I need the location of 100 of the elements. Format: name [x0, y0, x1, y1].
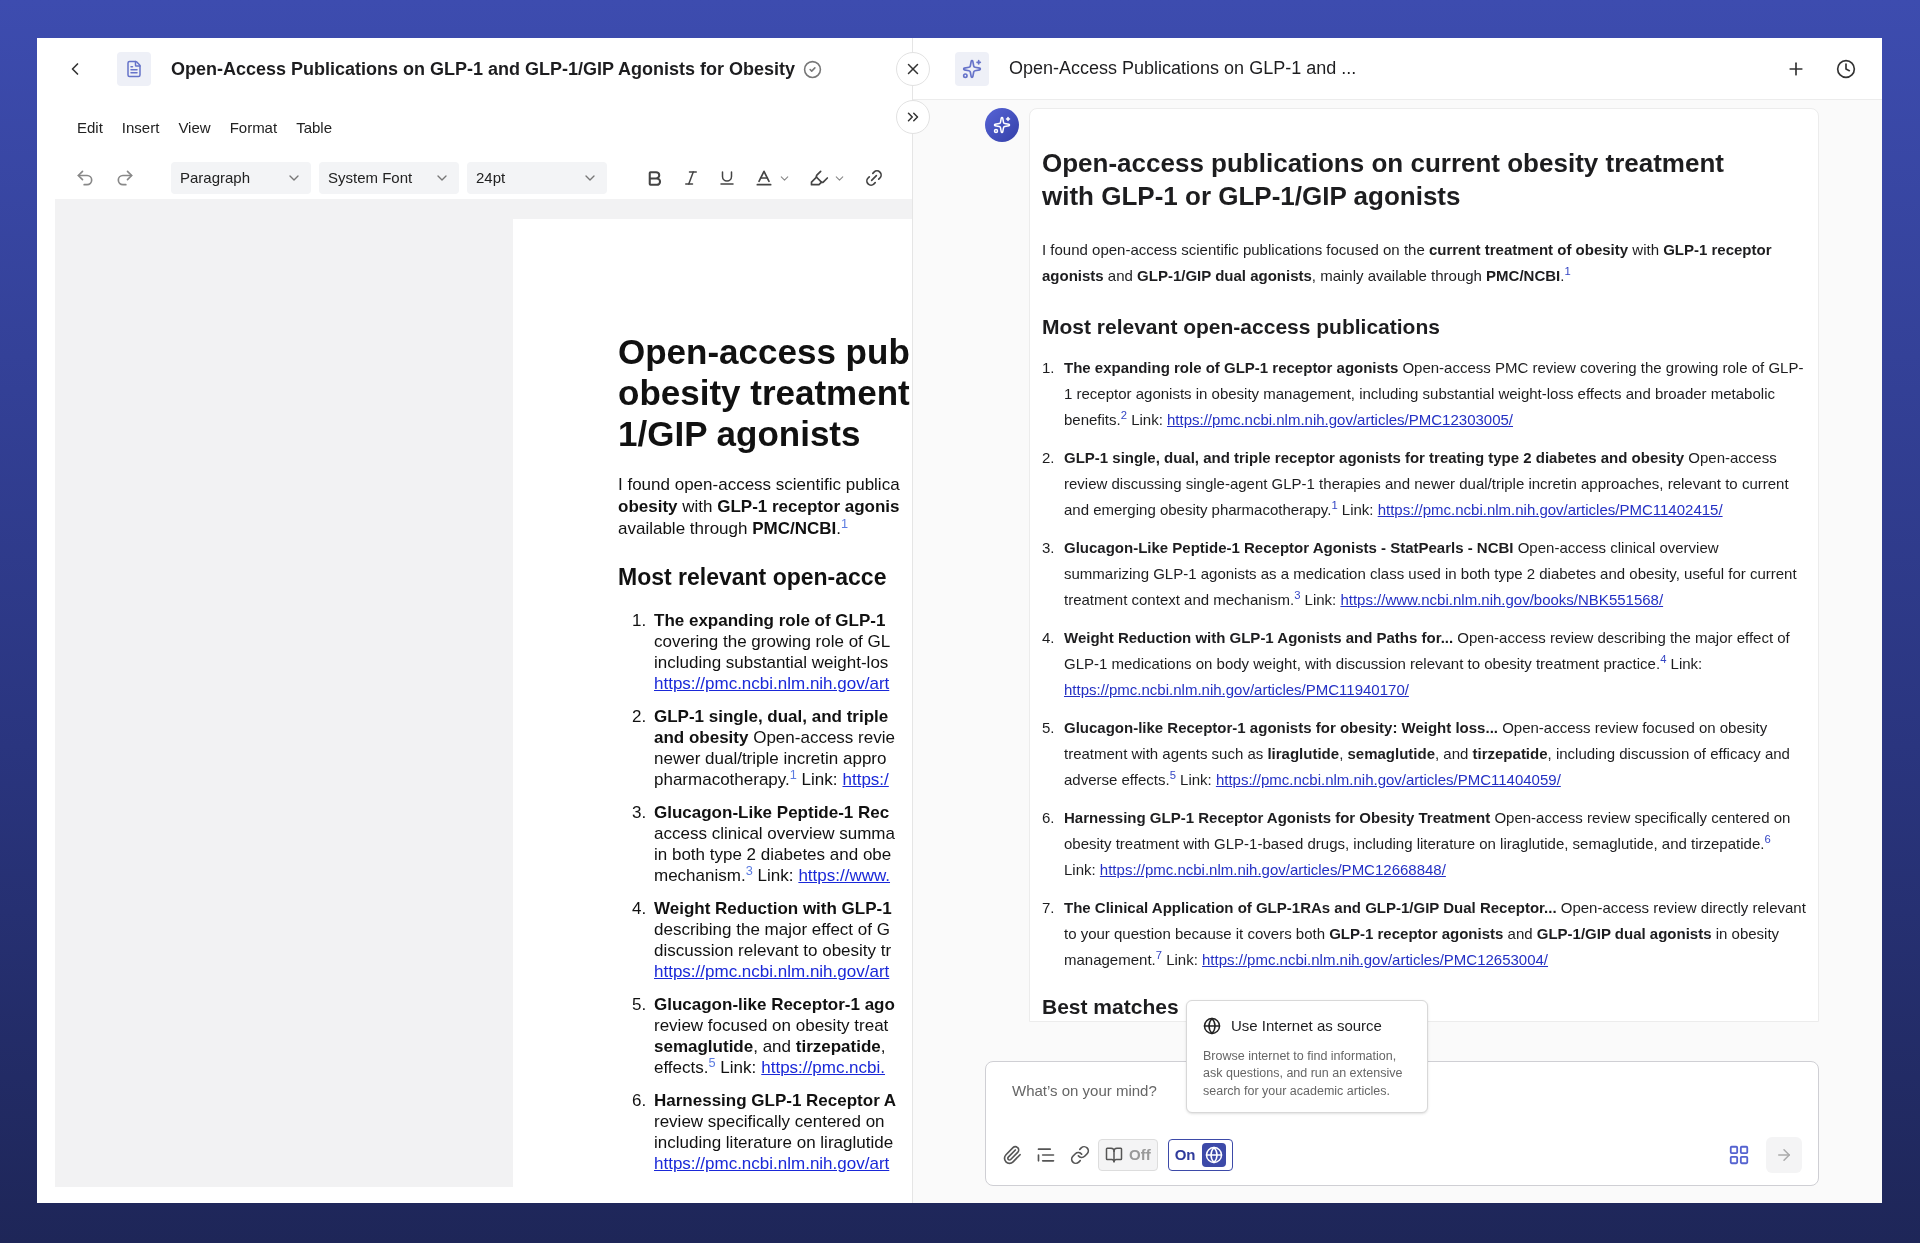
publication-entry: Glucagon-like Receptor-1 agonists for obesity: Weight loss... Open-access review focused on obesity treatment with agents such as liraglutide, semaglutide, and tirzepatide, including discussion of efficacy and adverse effects.$^{5}$ Link: https://pmc.ncbi.nlm.nih.gov/articles/PMC11404059/	[1064, 718, 1791, 790]
document-heading: Open-access publ	[618, 331, 912, 372]
document-text-line: semaglutide, and tirzepatide,	[654, 1036, 886, 1057]
document-text-line: effects.$^{5}$ Link:	[654, 1057, 757, 1078]
list-number: 3.	[1042, 538, 1056, 558]
close-button[interactable]	[896, 52, 930, 86]
underline-button[interactable]	[718, 169, 736, 187]
menu-item[interactable]: Table	[296, 117, 332, 140]
document-text-line: including literature on liraglutide	[654, 1132, 894, 1153]
publication-link[interactable]: https://pmc.ncbi.nlm.nih.gov/articles/PMC11940170/	[1064, 681, 1409, 698]
document-heading: obesity treatment	[618, 372, 910, 413]
list-number: 4.	[1042, 628, 1056, 648]
publication-entry: GLP-1 single, dual, and triple receptor agonists for treating type 2 diabetes and obesity Open-access review discussing single-agent GLP-1 therapies and newer dual/triple incretin approaches, relevant to current and emerging obesity pharmacotherapy.$^{1}$ Link: https://pmc.ncbi.nlm.nih.gov/articles/PMC11402415/	[1064, 448, 1790, 520]
document-text-line: GLP-1 single, dual, and triple	[654, 706, 889, 727]
document-text-line: The expanding role of GLP-1	[654, 610, 886, 631]
list-number: 1.	[631, 610, 648, 632]
list-number: 7.	[1042, 898, 1056, 918]
document-paragraph-line: obesity with GLP-1 receptor agonis	[618, 496, 900, 518]
publication-link[interactable]: https://pmc.ncbi.nlm.nih.gov/articles/PMC12668848/	[1099, 861, 1446, 878]
menu-item[interactable]: View	[178, 117, 211, 140]
message-input[interactable]: What’s on your mind?	[1002, 1080, 1172, 1103]
history-button[interactable]	[1836, 58, 1856, 79]
sparkle-icon	[955, 51, 989, 86]
publication-entry: Glucagon-Like Peptide-1 Receptor Agonists - StatPearls - NCBI Open-access clinical overview summarizing GLP-1 agonists as a medication class used in both type 2 diabetes and obesity, useful for current treatment context and mechanism.$^{3}$ Link: https://www.ncbi.nlm.nih.gov/books/NBK551568/	[1064, 538, 1798, 610]
dropdown-select[interactable]: Paragraph	[171, 162, 311, 194]
publication-entry: Weight Reduction with GLP-1 Agonists and Paths for... Open-access review describing the major effect of GLP-1 medications on body weight, with discussion relevant to obesity treatment practice.$^{4}$ Link: https://pmc.ncbi.nlm.nih.gov/articles/PMC11940170/	[1064, 628, 1791, 700]
document-text-line: Harnessing GLP-1 Receptor A	[654, 1090, 897, 1111]
publication-entry: The Clinical Application of GLP-1RAs and GLP-1/GIP Dual Receptor... Open-access review directly relevant to your question because it covers both GLP-1 receptor agonists and GLP-1/GIP dual agonists in obesity management.$^{7}$ Link: https://pmc.ncbi.nlm.nih.gov/articles/PMC12653004/	[1064, 898, 1806, 970]
text-color-button[interactable]	[754, 168, 791, 188]
list-number: 6.	[631, 1090, 648, 1112]
document-link[interactable]: https://pmc.ncbi.	[761, 1057, 885, 1078]
undo-button[interactable]	[75, 168, 95, 188]
document-text-line: covering the growing role of GL	[654, 631, 891, 652]
document-link[interactable]: https://pmc.ncbi.nlm.nih.gov/art	[654, 1153, 890, 1174]
menu-item[interactable]: Format	[229, 117, 278, 140]
document-text-line: and obesity Open-access revie	[654, 727, 895, 748]
message-paragraph: I found open-access scientific publications focused on the current treatment of obesity with GLP-1 receptor agonists and GLP-1/GIP dual agonists, mainly available through PMC/NCBI.$^{1}$	[1042, 240, 1773, 286]
publication-entry: Harnessing GLP-1 Receptor Agonists for Obesity Treatment Open-access review specifically centered on obesity treatment with GLP-1-based drugs, including literature on liraglutide, semaglutide, and tirzepatide.$^{6}$ Link: https://pmc.ncbi.nlm.nih.gov/articles/PMC12668848/	[1064, 808, 1792, 880]
list-number: 3.	[631, 802, 648, 824]
document-text-line: newer dual/triple incretin appro	[654, 748, 887, 769]
document-text-line: including substantial weight-los	[654, 652, 889, 673]
document-heading: 1/GIP agonists	[618, 413, 861, 454]
list-number: 5.	[1042, 718, 1056, 738]
quote-button[interactable]	[1036, 1145, 1056, 1165]
message-subheading: Best matches	[1042, 994, 1179, 1020]
document-title: Open-Access Publications on GLP-1 and GLP-1/GIP Agonists for Obesity	[171, 57, 796, 81]
menu-item[interactable]: Insert	[121, 117, 160, 140]
document-text-line: pharmacotherapy.$^{1}$ Link:	[654, 769, 838, 790]
document-text-line: review specifically centered on	[654, 1111, 885, 1132]
list-number: 1.	[1042, 358, 1056, 378]
tooltip-title: Use Internet as source	[1231, 1016, 1382, 1036]
saved-check-icon	[803, 59, 822, 79]
book-icon	[1105, 1146, 1123, 1164]
document-subheading: Most relevant open-acce	[618, 563, 887, 592]
apps-add-button[interactable]	[1728, 1144, 1750, 1166]
tooltip-text: Browse internet to find information, ask questions, and run an extensive search for your academic articles.	[1203, 1047, 1404, 1100]
attach-button[interactable]	[1002, 1145, 1022, 1165]
document-text-line: Glucagon-Like Peptide-1 Rec	[654, 802, 890, 823]
chat-title: Open-Access Publications on GLP-1 and ...	[1009, 57, 1357, 80]
list-number: 2.	[631, 706, 648, 728]
publication-link[interactable]: https://pmc.ncbi.nlm.nih.gov/articles/PMC12303005/	[1167, 411, 1514, 428]
source-toggle[interactable]: On	[1167, 1139, 1233, 1171]
document-text-line: in both type 2 diabetes and obe	[654, 844, 892, 865]
highlight-button[interactable]	[809, 168, 846, 188]
text-color-icon	[754, 168, 774, 188]
publication-entry: The expanding role of GLP-1 receptor agonists Open-access PMC review covering the growing role of GLP-1 receptor agonists in obesity management, including substantial weight-loss effects and broader metabolic benefits.$^{2}$ Link: https://pmc.ncbi.nlm.nih.gov/articles/PMC12303005/	[1064, 358, 1805, 430]
redo-button[interactable]	[115, 168, 135, 188]
link-button[interactable]	[864, 168, 884, 188]
collapse-panel-button[interactable]	[896, 100, 930, 134]
arrow-right-icon	[1775, 1146, 1793, 1164]
document-text-line: access clinical overview summa	[654, 823, 895, 844]
document-text-line: Glucagon-like Receptor-1 ago	[654, 994, 895, 1015]
globe-icon	[1201, 1143, 1226, 1167]
document-text-line: mechanism.$^{3}$ Link:	[654, 865, 794, 886]
document-link[interactable]: https:/	[842, 769, 889, 790]
list-number: 4.	[631, 898, 648, 920]
list-number: 2.	[1042, 448, 1056, 468]
document-text-line: describing the major effect of G	[654, 919, 890, 940]
menu-item[interactable]: Edit	[77, 117, 103, 140]
document-paragraph-line: I found open-access scientific publica	[618, 474, 900, 496]
publication-link[interactable]: https://www.ncbi.nlm.nih.gov/books/NBK551568/	[1340, 591, 1664, 608]
document-link[interactable]: https://www.	[798, 865, 890, 886]
publication-link[interactable]: https://pmc.ncbi.nlm.nih.gov/articles/PMC12653004/	[1202, 951, 1549, 968]
link-button[interactable]	[1070, 1145, 1090, 1165]
highlighter-icon	[809, 168, 829, 188]
document-paragraph-line: available through PMC/NCBI.$^{1}$	[618, 518, 849, 540]
document-text-line: Weight Reduction with GLP-1	[654, 898, 892, 919]
list-number: 6.	[1042, 808, 1056, 828]
document-text-line: discussion relevant to obesity tr	[654, 940, 892, 961]
assistant-avatar	[985, 108, 1019, 142]
dropdown-select[interactable]: 24pt	[467, 162, 607, 194]
document-text-line: review focused on obesity treat	[654, 1015, 889, 1036]
document-link[interactable]: https://pmc.ncbi.nlm.nih.gov/art	[654, 961, 890, 982]
italic-button[interactable]	[682, 169, 700, 187]
publication-link[interactable]: https://pmc.ncbi.nlm.nih.gov/articles/PMC11402415/	[1377, 501, 1723, 518]
message-subheading: Most relevant open-access publications	[1042, 314, 1441, 340]
publication-link[interactable]: https://pmc.ncbi.nlm.nih.gov/articles/PMC11404059/	[1215, 771, 1561, 788]
dropdown-select[interactable]: System Font	[319, 162, 459, 194]
document-link[interactable]: https://pmc.ncbi.nlm.nih.gov/art	[654, 673, 890, 694]
document-icon	[117, 52, 151, 86]
